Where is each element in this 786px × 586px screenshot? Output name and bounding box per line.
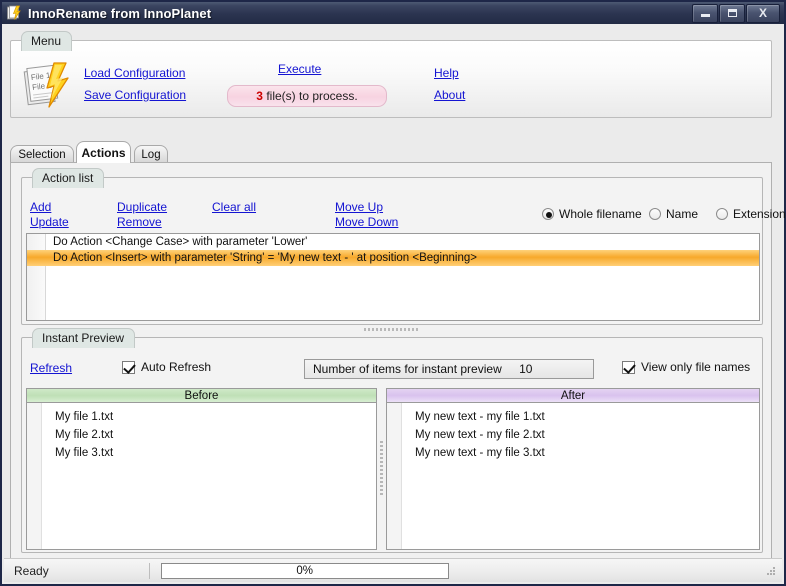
about-link[interactable]: About	[434, 84, 465, 106]
status-bar: Ready 0%	[4, 558, 782, 582]
action-list[interactable]: Do Action <Change Case> with parameter '…	[26, 233, 760, 321]
progress-label: 0%	[296, 564, 313, 577]
splitter-grip	[364, 328, 420, 331]
window-title: InnoRename from InnoPlanet	[28, 5, 212, 21]
menu-panel: Menu File 1 File 2 Load Configuration Sa…	[10, 31, 772, 118]
radio-whole-filename[interactable]: Whole filename	[542, 207, 642, 221]
action-list-row[interactable]: Do Action <Change Case> with parameter '…	[27, 234, 759, 250]
app-lightning-icon	[5, 4, 23, 22]
action-links-col2: Duplicate Remove	[117, 200, 167, 230]
radio-extension-icon	[716, 208, 728, 220]
title-bar: InnoRename from InnoPlanet X	[2, 2, 784, 25]
action-list-row[interactable]: Do Action <Insert> with parameter 'Strin…	[27, 250, 759, 266]
config-links: Load Configuration Save Configuration	[84, 62, 186, 106]
progress-bar: 0%	[160, 562, 449, 579]
action-list-group: Action list Add Update Duplicate Remove …	[21, 168, 786, 325]
tab-strip: Selection Actions Log	[10, 141, 772, 163]
execute-link-wrap: Execute	[278, 62, 321, 76]
minimize-button[interactable]	[692, 3, 718, 23]
list-item[interactable]: My file 1.txt	[27, 408, 376, 426]
auto-refresh-label: Auto Refresh	[141, 360, 212, 374]
actions-tab-panel: Action list Add Update Duplicate Remove …	[10, 162, 786, 566]
splitter-grip	[380, 441, 383, 497]
after-list[interactable]: My new text - my file 1.txt My new text …	[386, 403, 760, 550]
refresh-link[interactable]: Refresh	[30, 361, 72, 375]
refresh-link-wrap: Refresh	[30, 361, 72, 375]
before-list[interactable]: My file 1.txt My file 2.txt My file 3.tx…	[26, 403, 377, 550]
preview-count-value: 10	[519, 362, 533, 376]
after-list-gutter	[387, 403, 402, 549]
vertical-splitter[interactable]	[377, 388, 386, 550]
window-controls: X	[692, 3, 780, 23]
radio-name-label: Name	[666, 207, 699, 221]
radio-extension[interactable]: Extension	[716, 207, 786, 221]
before-header: Before	[26, 388, 377, 403]
radio-whole-filename-icon	[542, 208, 554, 220]
list-item[interactable]: My new text - my file 3.txt	[387, 444, 759, 462]
list-item[interactable]: My file 2.txt	[27, 426, 376, 444]
action-links-col1: Add Update	[30, 200, 69, 230]
after-pane: After My new text - my file 1.txt My new…	[386, 388, 760, 550]
radio-extension-label: Extension	[733, 207, 786, 221]
instant-preview-group: Instant Preview Refresh Auto Refresh Num…	[21, 328, 763, 553]
before-list-gutter	[27, 403, 42, 549]
move-down-link[interactable]: Move Down	[335, 215, 398, 230]
before-pane: Before My file 1.txt My file 2.txt My fi…	[26, 388, 377, 550]
preview-count-label: Number of items for instant preview	[313, 362, 502, 376]
after-header: After	[386, 388, 760, 403]
status-divider	[148, 562, 150, 579]
menu-panel-caption: Menu	[21, 31, 73, 51]
status-text: Ready	[14, 563, 49, 578]
preview-count-field[interactable]: Number of items for instant preview 10	[304, 359, 594, 379]
tab-selection[interactable]: Selection	[10, 145, 74, 163]
instant-preview-caption: Instant Preview	[32, 328, 136, 348]
tab-log[interactable]: Log	[134, 145, 168, 163]
help-link[interactable]: Help	[434, 62, 465, 84]
view-only-file-names-checkbox[interactable]: View only file names	[622, 360, 750, 374]
move-up-link[interactable]: Move Up	[335, 200, 398, 215]
list-item[interactable]: My file 3.txt	[27, 444, 376, 462]
help-links: Help About	[434, 62, 465, 106]
checkbox-icon	[622, 360, 635, 374]
client-area: Menu File 1 File 2 Load Configuration Sa…	[2, 24, 786, 584]
file-count-value: 3	[256, 89, 263, 103]
action-links-col3: Clear all	[212, 200, 256, 215]
view-only-file-names-label: View only file names	[641, 360, 751, 374]
list-item[interactable]: My new text - my file 1.txt	[387, 408, 759, 426]
auto-refresh-checkbox[interactable]: Auto Refresh	[122, 360, 211, 374]
app-logo-icon: File 1 File 2	[21, 61, 77, 109]
clear-all-link[interactable]: Clear all	[212, 200, 256, 215]
radio-name[interactable]: Name	[649, 207, 698, 221]
list-item[interactable]: My new text - my file 2.txt	[387, 426, 759, 444]
execute-link[interactable]: Execute	[278, 62, 321, 76]
remove-link[interactable]: Remove	[117, 215, 167, 230]
resize-grip[interactable]	[765, 565, 777, 577]
maximize-button[interactable]	[719, 3, 745, 23]
action-list-caption: Action list	[32, 168, 105, 188]
duplicate-link[interactable]: Duplicate	[117, 200, 167, 215]
close-button[interactable]: X	[746, 3, 780, 23]
application-window: InnoRename from InnoPlanet X Menu File 1…	[0, 0, 786, 586]
add-link[interactable]: Add	[30, 200, 69, 215]
file-count-badge: 3 file(s) to process.	[227, 85, 387, 107]
checkbox-icon	[122, 360, 135, 374]
tab-actions[interactable]: Actions	[76, 141, 131, 163]
load-configuration-link[interactable]: Load Configuration	[84, 62, 186, 84]
radio-whole-filename-label: Whole filename	[559, 207, 642, 221]
file-count-label: file(s) to process.	[266, 89, 358, 103]
action-links-col4: Move Up Move Down	[335, 200, 398, 230]
radio-name-icon	[649, 208, 661, 220]
update-link[interactable]: Update	[30, 215, 69, 230]
save-configuration-link[interactable]: Save Configuration	[84, 84, 186, 106]
